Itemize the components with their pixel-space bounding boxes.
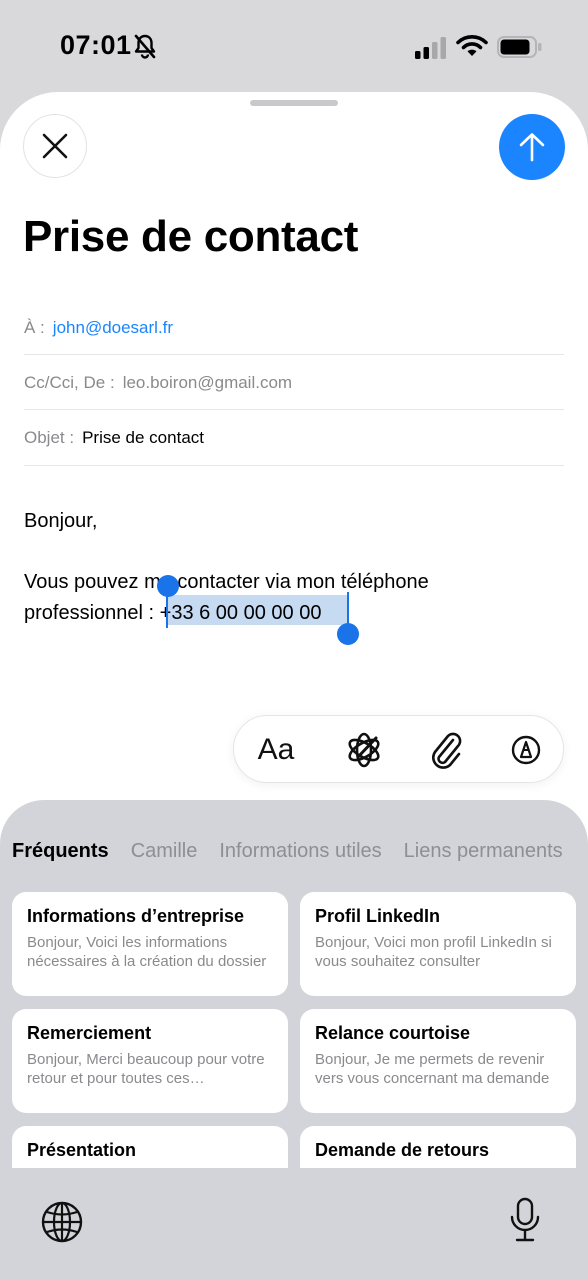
snippet-title: Informations d’entreprise	[27, 906, 245, 926]
format-label: Aa	[257, 733, 295, 766]
from-address: leo.boiron@gmail.com	[122, 373, 293, 392]
send-button[interactable]	[499, 114, 565, 180]
to-label: À :	[24, 318, 45, 337]
snippet-title: Présentation	[27, 1140, 137, 1160]
tab-informations-utiles[interactable]: Informations utiles	[219, 840, 381, 862]
body-line-2-prefix: professionnel :	[24, 602, 160, 624]
snippet-title: Relance courtoise	[315, 1023, 471, 1043]
compose-sheet: Prise de contact À : john@doesarl.fr Cc/C…	[0, 92, 588, 1280]
snippet-preview: Bonjour, Merci beaucoup pour votre retou…	[27, 1051, 265, 1087]
compose-title: Prise de contact	[23, 212, 359, 261]
cc-label: Cc/Cci, De :	[24, 373, 115, 392]
to-field[interactable]: À : john@doesarl.fr	[24, 318, 564, 338]
tab-camille[interactable]: Camille	[131, 840, 198, 862]
snippet-title: Profil LinkedIn	[315, 906, 441, 926]
wifi-icon	[456, 34, 488, 63]
cc-from-field[interactable]: Cc/Cci, De : leo.boiron@gmail.com	[24, 373, 564, 393]
body-greeting[interactable]: Bonjour,	[24, 506, 97, 537]
selection-start-handle[interactable]	[157, 575, 179, 597]
microphone-icon	[510, 1197, 540, 1242]
divider	[24, 409, 564, 410]
suggestion-tabs: Fréquents Camille Informations utiles Liens…	[12, 840, 585, 863]
markup-button[interactable]	[496, 716, 556, 784]
snippet-title: Demande de retours	[315, 1140, 490, 1160]
close-button[interactable]	[23, 114, 87, 178]
format-toolbar: Aa	[233, 715, 564, 783]
attach-button[interactable]	[415, 716, 475, 784]
quick-replies-panel: Fréquents Camille Informations utiles Liens…	[0, 800, 588, 1280]
selected-phone-number[interactable]: +33 6 00 00 00 00	[160, 602, 322, 624]
body-line-1[interactable]: Vous pouvez me contacter via mon télépho…	[24, 567, 429, 598]
paperclip-icon	[432, 732, 462, 769]
globe-icon	[41, 1201, 83, 1243]
snippet-card[interactable]: Informations d’entreprise Bonjour, Voici…	[12, 892, 288, 996]
divider	[24, 465, 564, 466]
status-bar: 07:01	[0, 0, 588, 92]
close-icon	[42, 133, 68, 159]
arrow-up-icon	[519, 133, 545, 162]
writing-tools-button[interactable]	[334, 716, 394, 784]
tab-frequents[interactable]: Fréquents	[12, 840, 109, 862]
text-format-button[interactable]: Aa	[246, 716, 306, 784]
subject-label: Objet :	[24, 428, 75, 447]
snippet-title: Remerciement	[27, 1023, 152, 1043]
snippet-preview: Bonjour, Voici les informations nécessai…	[27, 934, 267, 970]
battery-icon	[497, 36, 543, 63]
snippet-card[interactable]: Profil LinkedIn Bonjour, Voici mon profi…	[300, 892, 576, 996]
writing-tools-icon	[348, 732, 380, 768]
silent-bell-icon	[134, 34, 156, 65]
keyboard-bottom-bar	[0, 1168, 588, 1280]
snippet-preview: Bonjour, Voici mon profil LinkedIn si vo…	[315, 934, 552, 970]
globe-keyboard-button[interactable]	[40, 1200, 84, 1249]
status-time: 07:01	[60, 30, 132, 60]
subject-field[interactable]: Objet : Prise de contact	[24, 428, 564, 448]
snippet-preview: Bonjour, Je me permets de revenir vers v…	[315, 1051, 550, 1087]
sheet-grabber[interactable]	[250, 100, 338, 106]
selection-end-handle[interactable]	[337, 623, 359, 645]
snippet-card[interactable]: Relance courtoise Bonjour, Je me permets…	[300, 1009, 576, 1113]
subject-value[interactable]: Prise de contact	[82, 428, 204, 447]
cellular-signal-icon	[415, 37, 447, 64]
to-recipient[interactable]: john@doesarl.fr	[53, 318, 173, 337]
dictation-button[interactable]	[508, 1196, 542, 1249]
tab-liens-permanents[interactable]: Liens permanents	[404, 840, 563, 862]
markup-pen-icon	[511, 735, 541, 765]
divider	[24, 354, 564, 355]
selection-start-caret	[166, 592, 168, 628]
body-line-2[interactable]: professionnel : +33 6 00 00 00 00	[24, 598, 321, 629]
snippet-card[interactable]: Remerciement Bonjour, Merci beaucoup pou…	[12, 1009, 288, 1113]
